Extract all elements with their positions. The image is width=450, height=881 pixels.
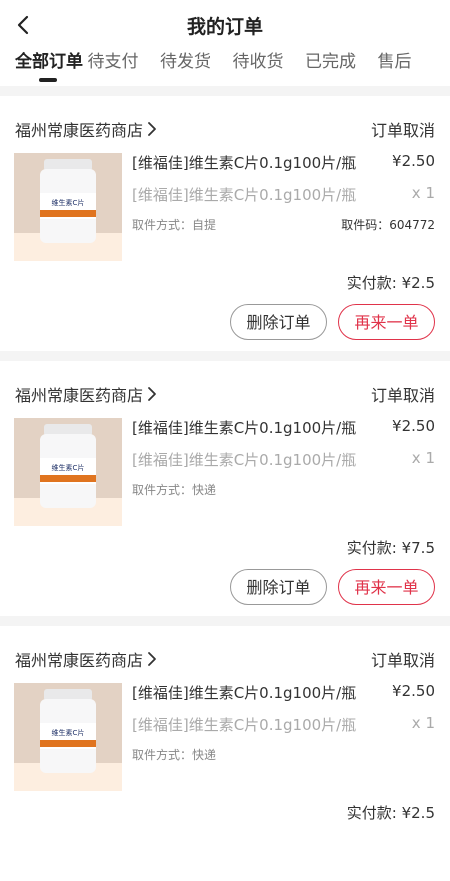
page-title: 我的订单 <box>0 12 450 39</box>
product-quantity: x 1 <box>412 449 435 467</box>
store-name: 福州常康医药商店 <box>15 117 143 141</box>
tab-pending-receipt[interactable]: 待收货 <box>233 50 306 74</box>
delete-order-button[interactable]: 删除订单 <box>230 569 327 605</box>
chevron-right-icon <box>147 386 157 402</box>
order-status: 订单取消 <box>371 382 435 406</box>
tab-label: 全部订单 <box>15 52 83 72</box>
product-label-text: 维生素C片 <box>52 728 85 737</box>
product-image[interactable]: 维生素C片 <box>14 418 122 526</box>
order-card: 福州常康医药商店 订单取消 维生素C片 [维福佳]维生素C片0.1g100片/瓶… <box>0 96 450 351</box>
tab-pending-shipment[interactable]: 待发货 <box>160 50 233 74</box>
section-divider <box>0 86 450 96</box>
product-price: ¥2.50 <box>392 682 435 700</box>
product-spec: [维福佳]维生素C片0.1g100片/瓶 <box>132 449 356 470</box>
product-image[interactable]: 维生素C片 <box>14 153 122 261</box>
tab-after-sales[interactable]: 售后 <box>378 50 450 74</box>
store-name: 福州常康医药商店 <box>15 382 143 406</box>
order-status: 订单取消 <box>371 117 435 141</box>
product-quantity: x 1 <box>412 714 435 732</box>
amount-paid: 实付款: ¥2.5 <box>347 802 435 823</box>
product-image[interactable]: 维生素C片 <box>14 683 122 791</box>
pickup-method: 取件方式：快递 <box>132 481 216 498</box>
store-link[interactable]: 福州常康医药商店 <box>15 117 157 141</box>
tab-label: 待发货 <box>160 52 211 72</box>
tab-label: 待支付 <box>88 52 139 72</box>
store-name: 福州常康医药商店 <box>15 647 143 671</box>
tab-completed[interactable]: 已完成 <box>305 50 378 74</box>
store-link[interactable]: 福州常康医药商店 <box>15 382 157 406</box>
tab-pending-payment[interactable]: 待支付 <box>88 50 161 74</box>
order-status: 订单取消 <box>371 647 435 671</box>
product-label-text: 维生素C片 <box>52 198 85 207</box>
delete-order-button[interactable]: 删除订单 <box>230 304 327 340</box>
tab-label: 已完成 <box>305 52 356 72</box>
product-name[interactable]: [维福佳]维生素C片0.1g100片/瓶 <box>132 152 356 173</box>
reorder-button[interactable]: 再来一单 <box>338 569 435 605</box>
product-price: ¥2.50 <box>392 152 435 170</box>
product-name[interactable]: [维福佳]维生素C片0.1g100片/瓶 <box>132 682 356 703</box>
pickup-code: 取件码：604772 <box>341 216 435 233</box>
order-card: 福州常康医药商店 订单取消 维生素C片 [维福佳]维生素C片0.1g100片/瓶… <box>0 626 450 881</box>
pickup-method: 取件方式：快递 <box>132 746 216 763</box>
chevron-right-icon <box>147 121 157 137</box>
reorder-button[interactable]: 再来一单 <box>338 304 435 340</box>
active-tab-indicator <box>39 78 57 82</box>
order-card: 福州常康医药商店 订单取消 维生素C片 [维福佳]维生素C片0.1g100片/瓶… <box>0 361 450 616</box>
tab-label: 待收货 <box>233 52 284 72</box>
product-spec: [维福佳]维生素C片0.1g100片/瓶 <box>132 714 356 735</box>
product-price: ¥2.50 <box>392 417 435 435</box>
app-header: 我的订单 <box>0 0 450 50</box>
product-label-text: 维生素C片 <box>52 463 85 472</box>
store-link[interactable]: 福州常康医药商店 <box>15 647 157 671</box>
product-quantity: x 1 <box>412 184 435 202</box>
product-name[interactable]: [维福佳]维生素C片0.1g100片/瓶 <box>132 417 356 438</box>
order-tabs: 全部订单 待支付 待发货 待收货 已完成 售后 <box>0 50 450 86</box>
tab-label: 售后 <box>378 52 412 72</box>
amount-paid: 实付款: ¥2.5 <box>347 272 435 293</box>
tab-all-orders[interactable]: 全部订单 <box>15 50 88 74</box>
pickup-method: 取件方式：自提 <box>132 216 216 233</box>
chevron-right-icon <box>147 651 157 667</box>
amount-paid: 实付款: ¥7.5 <box>347 537 435 558</box>
product-spec: [维福佳]维生素C片0.1g100片/瓶 <box>132 184 356 205</box>
